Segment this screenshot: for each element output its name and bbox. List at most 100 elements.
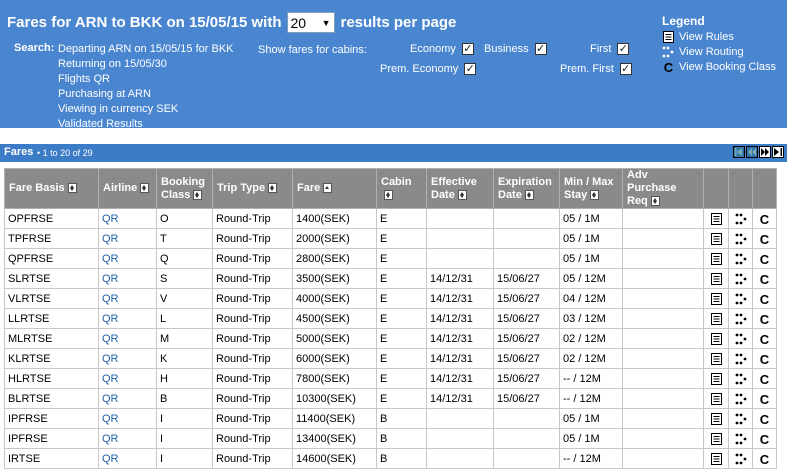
rules-icon	[710, 352, 722, 365]
col-header-effective-date[interactable]: Effective Date	[426, 168, 494, 209]
airline-link[interactable]: QR	[102, 233, 119, 245]
view-booking-class-button[interactable]: C	[752, 428, 777, 449]
view-routing-button[interactable]	[728, 428, 753, 449]
view-rules-button[interactable]	[703, 368, 729, 389]
view-rules-button[interactable]	[703, 348, 729, 369]
sort-icon[interactable]	[67, 183, 77, 194]
col-header-booking-class[interactable]: Booking Class	[156, 168, 213, 209]
col-header-airline[interactable]: Airline	[98, 168, 157, 209]
cell-adv-purchase	[622, 428, 704, 449]
view-routing-button[interactable]	[728, 208, 753, 229]
sort-icon[interactable]	[650, 196, 660, 207]
view-routing-button[interactable]	[728, 268, 753, 289]
col-header-expiration-date[interactable]: Expiration Date	[493, 168, 560, 209]
cell-booking-class: I	[156, 408, 213, 429]
view-rules-button[interactable]	[703, 408, 729, 429]
view-rules-button[interactable]	[703, 328, 729, 349]
view-booking-class-button[interactable]: C	[752, 368, 777, 389]
view-rules-button[interactable]	[703, 448, 729, 469]
legend-view-routing[interactable]: View Routing	[662, 44, 776, 59]
legend-view-rules[interactable]: View Rules	[662, 29, 776, 44]
airline-link[interactable]: QR	[102, 373, 119, 385]
col-header-trip-type[interactable]: Trip Type	[212, 168, 293, 209]
last-page-button[interactable]	[772, 146, 784, 158]
legend-view-booking-class[interactable]: C View Booking Class	[662, 59, 776, 74]
airline-link[interactable]: QR	[102, 393, 119, 405]
view-rules-button[interactable]	[703, 308, 729, 329]
sort-ascending-icon[interactable]	[323, 183, 333, 194]
view-routing-button[interactable]	[728, 348, 753, 369]
cabin-prem-economy-checkbox[interactable]: ✓	[464, 63, 477, 75]
view-routing-button[interactable]	[728, 288, 753, 309]
cell-fare: 14600(SEK)	[292, 448, 377, 469]
view-routing-button[interactable]	[728, 328, 753, 349]
view-routing-button[interactable]	[728, 308, 753, 329]
airline-link[interactable]: QR	[102, 353, 119, 365]
sort-icon[interactable]	[140, 183, 150, 194]
view-rules-button[interactable]	[703, 388, 729, 409]
sort-icon[interactable]	[268, 183, 278, 194]
cabin-business-checkbox[interactable]: ✓	[534, 43, 547, 55]
view-routing-button[interactable]	[728, 368, 753, 389]
cell-cabin: E	[376, 308, 427, 329]
view-rules-button[interactable]	[703, 228, 729, 249]
cell-cabin: E	[376, 388, 427, 409]
cell-fare: 1400(SEK)	[292, 208, 377, 229]
sort-icon[interactable]	[457, 189, 467, 200]
sort-icon[interactable]	[524, 189, 534, 200]
col-header-adv-purchase[interactable]: Adv Purchase Req	[622, 168, 704, 209]
first-page-button[interactable]	[733, 146, 745, 158]
sort-icon[interactable]	[193, 189, 203, 200]
view-booking-class-button[interactable]: C	[752, 348, 777, 369]
next-page-button[interactable]	[759, 146, 771, 158]
view-rules-button[interactable]	[703, 428, 729, 449]
view-booking-class-button[interactable]: C	[752, 288, 777, 309]
view-routing-button[interactable]	[728, 228, 753, 249]
airline-link[interactable]: QR	[102, 273, 119, 285]
col-expiration-date-label: Date	[498, 188, 522, 201]
prev-page-button[interactable]	[746, 146, 758, 158]
cell-trip-type: Round-Trip	[212, 268, 293, 289]
view-booking-class-button[interactable]: C	[752, 408, 777, 429]
booking-class-icon: C	[759, 333, 771, 345]
airline-link[interactable]: QR	[102, 253, 119, 265]
airline-link[interactable]: QR	[102, 433, 119, 445]
col-header-min-max-stay[interactable]: Min / Max Stay	[559, 168, 623, 209]
view-rules-button[interactable]	[703, 268, 729, 289]
view-routing-button[interactable]	[728, 248, 753, 269]
col-class-label: Class	[161, 188, 191, 201]
airline-link[interactable]: QR	[102, 453, 119, 465]
sort-icon[interactable]	[590, 189, 600, 200]
airline-link[interactable]: QR	[102, 213, 119, 225]
sort-icon[interactable]	[384, 189, 393, 200]
col-header-fare-basis[interactable]: Fare Basis	[4, 168, 99, 209]
view-booking-class-button[interactable]: C	[752, 388, 777, 409]
airline-link[interactable]: QR	[102, 413, 119, 425]
view-booking-class-button[interactable]: C	[752, 208, 777, 229]
cell-booking-class: I	[156, 428, 213, 449]
cabin-first-checkbox[interactable]: ✓	[617, 43, 630, 55]
view-booking-class-button[interactable]: C	[752, 228, 777, 249]
view-booking-class-button[interactable]: C	[752, 248, 777, 269]
cabin-prem-first-checkbox[interactable]: ✓	[619, 63, 632, 75]
col-header-cabin[interactable]: Cabin	[376, 168, 427, 209]
view-routing-button[interactable]	[728, 388, 753, 409]
view-booking-class-button[interactable]: C	[752, 268, 777, 289]
view-booking-class-button[interactable]: C	[752, 448, 777, 469]
airline-link[interactable]: QR	[102, 313, 119, 325]
view-rules-button[interactable]	[703, 248, 729, 269]
booking-class-icon: C	[759, 253, 771, 265]
results-per-page-select[interactable]: 20 ▼	[286, 12, 335, 33]
col-header-fare[interactable]: Fare	[292, 168, 377, 209]
view-routing-button[interactable]	[728, 448, 753, 469]
airline-link[interactable]: QR	[102, 333, 119, 345]
view-booking-class-button[interactable]: C	[752, 308, 777, 329]
view-rules-button[interactable]	[703, 288, 729, 309]
view-routing-button[interactable]	[728, 408, 753, 429]
view-rules-button[interactable]	[703, 208, 729, 229]
cabin-economy-checkbox[interactable]: ✓	[461, 43, 474, 55]
col-stay-label: Stay	[564, 188, 588, 201]
airline-link[interactable]: QR	[102, 293, 119, 305]
cell-airline: QR	[98, 288, 157, 309]
view-booking-class-button[interactable]: C	[752, 328, 777, 349]
